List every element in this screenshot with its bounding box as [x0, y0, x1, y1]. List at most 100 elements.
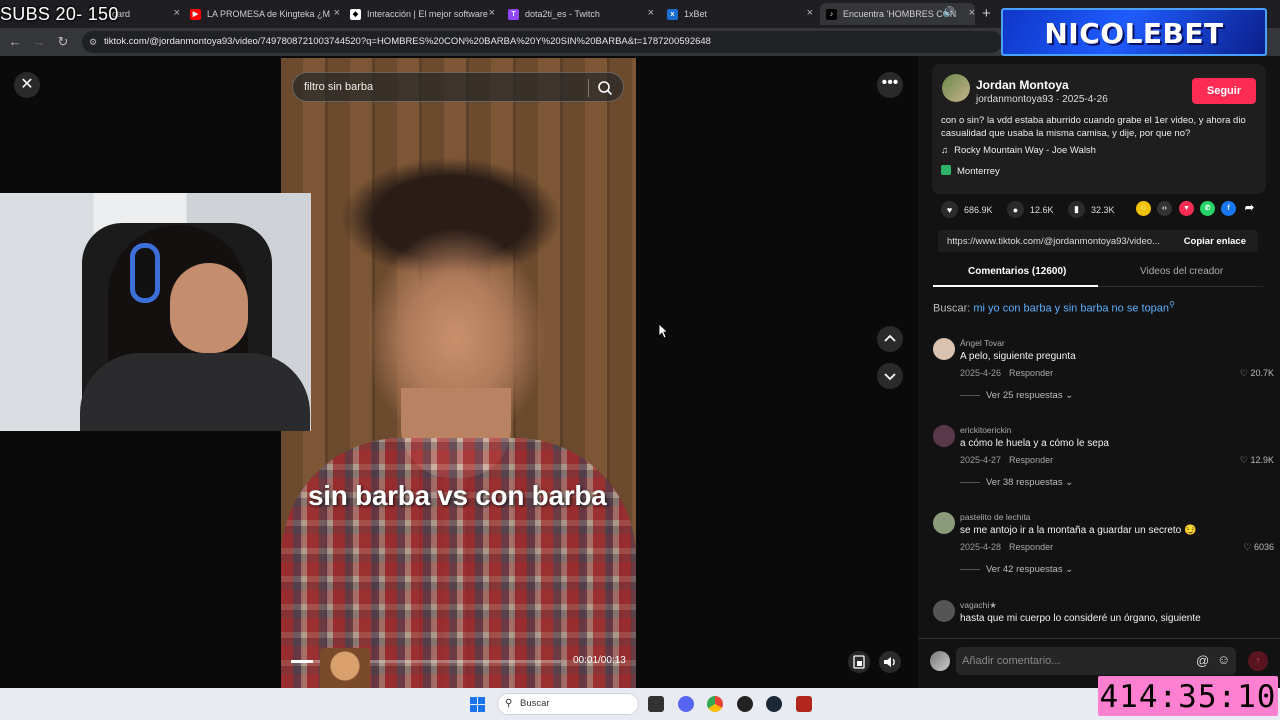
- task-view-icon[interactable]: [648, 696, 664, 712]
- coin-icon[interactable]: ☺: [1136, 201, 1151, 216]
- forward-icon[interactable]: →: [30, 33, 48, 51]
- floating-player-button[interactable]: [848, 651, 870, 673]
- view-replies-button[interactable]: Ver 42 respuestas ⌄: [960, 564, 1073, 575]
- webcam-person-face: [170, 263, 248, 353]
- emoji-icon[interactable]: ☺: [1217, 652, 1230, 667]
- music-row[interactable]: ♫ Rocky Mountain Way - Joe Walsh: [941, 145, 1096, 156]
- chrome-icon[interactable]: [707, 696, 723, 712]
- comment-username[interactable]: vagachi★: [960, 600, 997, 611]
- share-link-url[interactable]: https://www.tiktok.com/@jordanmontoya93/…: [947, 236, 1172, 247]
- comment-avatar[interactable]: [933, 425, 955, 447]
- search-icon[interactable]: [596, 79, 614, 97]
- more-options-button[interactable]: •••: [877, 72, 903, 98]
- facebook-icon[interactable]: f: [1221, 201, 1236, 216]
- speaker-icon[interactable]: 🔊: [943, 7, 955, 18]
- arrow-up-icon: ↑: [1255, 655, 1261, 667]
- pip-icon: [853, 655, 865, 669]
- close-tab-icon[interactable]: ×: [969, 7, 975, 19]
- tab-label: dota2ti_es - Twitch: [525, 9, 600, 19]
- windows-start-icon[interactable]: [470, 697, 485, 712]
- close-tab-icon[interactable]: ×: [807, 7, 813, 19]
- post-comment-button[interactable]: ↑: [1248, 651, 1268, 671]
- comment-username[interactable]: Ángel Tovar: [960, 338, 1005, 348]
- next-video-button[interactable]: [877, 363, 903, 389]
- discord-icon[interactable]: [678, 696, 694, 712]
- follow-button[interactable]: Seguir: [1192, 78, 1256, 104]
- tab-twitch[interactable]: T dota2ti_es - Twitch ×: [508, 3, 654, 25]
- comment-likes[interactable]: ♡ 12.9K: [1240, 455, 1274, 466]
- search-bar[interactable]: filtro sin barba: [292, 72, 624, 102]
- search-suggestion[interactable]: Buscar: mi yo con barba y sin barba no s…: [933, 300, 1175, 315]
- close-tab-icon[interactable]: ×: [174, 7, 180, 19]
- steam-icon[interactable]: [766, 696, 782, 712]
- view-replies-button[interactable]: Ver 25 respuestas ⌄: [960, 390, 1073, 401]
- comment-stat[interactable]: ● 12.6K: [1007, 201, 1054, 218]
- comment-date: 2025-4-26: [960, 368, 1002, 378]
- tiktok-icon: ♪: [826, 8, 837, 20]
- embed-icon[interactable]: ‹›: [1157, 201, 1172, 216]
- comment-avatar[interactable]: [933, 512, 955, 534]
- comment-meta: 2025-4-28 Responder: [960, 542, 1053, 552]
- tab-label: Interacción | El mejor software: [367, 9, 488, 19]
- taskbar-search[interactable]: ⚲ Buscar: [497, 693, 639, 715]
- url-field[interactable]: ⚙ tiktok.com/@jordanmontoya93/video/7497…: [82, 31, 1002, 53]
- tab-comments[interactable]: Comentarios (12600): [968, 266, 1066, 277]
- view-replies-label: Ver 42 respuestas: [986, 564, 1063, 575]
- share-arrow-icon[interactable]: ➦: [1242, 201, 1257, 216]
- search-suggestion-query[interactable]: mi yo con barba y sin barba no se topan: [973, 303, 1169, 315]
- location-row[interactable]: Monterrey: [941, 165, 1000, 177]
- comment-username[interactable]: erickitoerickin: [960, 425, 1012, 435]
- taskbar-search-label: Buscar: [520, 698, 550, 709]
- comment-count: 12.6K: [1030, 204, 1054, 215]
- nicolebet-banner: NICOLEBET: [1001, 8, 1267, 56]
- close-tab-icon[interactable]: ×: [648, 7, 654, 19]
- copy-link-button[interactable]: Copiar enlace: [1184, 236, 1246, 247]
- volume-button[interactable]: [879, 651, 901, 673]
- close-video-button[interactable]: ✕: [14, 72, 40, 98]
- comment-username[interactable]: pastelito de lechita: [960, 512, 1030, 522]
- tab-1xbet[interactable]: x 1xBet ×: [667, 3, 813, 25]
- close-tab-icon[interactable]: ×: [334, 7, 340, 19]
- whatsapp-icon[interactable]: ✆: [1200, 201, 1215, 216]
- dota-icon[interactable]: [796, 696, 812, 712]
- tab-tiktok-active[interactable]: ♪ Encuentra 'HOMBRES CON 🔊 ×: [820, 3, 975, 25]
- comment-text: se me antojo ir a la montaña a guardar u…: [960, 525, 1197, 536]
- comment-avatar[interactable]: [933, 338, 955, 360]
- webcam-person-shirt: [80, 353, 310, 431]
- back-icon[interactable]: ←: [6, 33, 24, 51]
- close-icon: ✕: [20, 76, 34, 93]
- tab-interaccion[interactable]: ◆ Interacción | El mejor software ×: [350, 3, 495, 25]
- reply-button[interactable]: Responder: [1009, 542, 1053, 552]
- search-suggestion-prefix: Buscar:: [933, 302, 971, 315]
- save-stat[interactable]: ▮ 32.3K: [1068, 201, 1115, 218]
- video-player[interactable]: [281, 58, 636, 688]
- mention-icon[interactable]: @: [1196, 653, 1209, 668]
- send-icon[interactable]: ▼: [1179, 201, 1194, 216]
- twitch-icon: T: [508, 8, 519, 20]
- tab-youtube[interactable]: ▶ LA PROMESA de Kingteka ¿M ×: [190, 3, 340, 25]
- comment-likes[interactable]: ♡ 20.7K: [1240, 368, 1274, 379]
- comment-avatar[interactable]: [933, 600, 955, 622]
- obs-icon[interactable]: [737, 696, 753, 712]
- tab-creator-videos[interactable]: Videos del creador: [1140, 266, 1223, 277]
- author-handle[interactable]: jordanmontoya93 · 2025-4-26: [976, 94, 1108, 105]
- author-avatar[interactable]: [942, 74, 970, 102]
- comment-likes[interactable]: ♡ 6036: [1243, 542, 1274, 553]
- diamond-icon: ◆: [350, 8, 361, 20]
- tab-label: LA PROMESA de Kingteka ¿M: [207, 9, 331, 19]
- reload-icon[interactable]: ↻: [54, 33, 72, 51]
- tab-label: Encuentra 'HOMBRES CON: [843, 9, 957, 19]
- close-tab-icon[interactable]: ×: [489, 7, 495, 19]
- site-info-icon[interactable]: ⚙: [89, 31, 97, 53]
- view-replies-button[interactable]: Ver 38 respuestas ⌄: [960, 477, 1073, 488]
- reply-button[interactable]: Responder: [1009, 368, 1053, 378]
- comment-input[interactable]: Añadir comentario...: [956, 647, 1236, 675]
- new-tab-icon[interactable]: +: [982, 5, 991, 22]
- search-input[interactable]: filtro sin barba: [304, 81, 373, 93]
- youtube-icon: ▶: [190, 8, 201, 20]
- previous-video-button[interactable]: [877, 326, 903, 352]
- author-name[interactable]: Jordan Montoya: [976, 78, 1069, 92]
- like-stat[interactable]: ♥ 686.9K: [941, 201, 993, 218]
- comment-text: hasta que mi cuerpo lo consideré un órga…: [960, 613, 1201, 624]
- reply-button[interactable]: Responder: [1009, 455, 1053, 465]
